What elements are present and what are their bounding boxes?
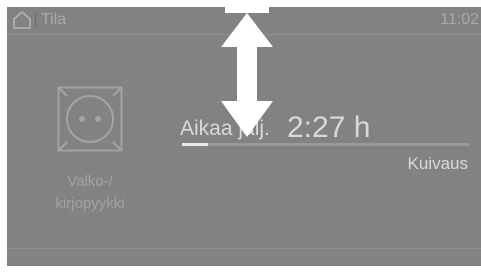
home-icon[interactable] <box>12 10 32 30</box>
footer-separator <box>7 248 481 249</box>
progress-bar-fill <box>182 143 208 146</box>
program-name-line-2: kirjopyykki <box>55 195 125 212</box>
vertical-scroll-arrow-icon[interactable] <box>219 7 275 147</box>
program-name: Valko-/ kirjopyykki <box>22 171 158 215</box>
remaining-time-value: 2:27 h <box>287 111 371 144</box>
page-title: Tila <box>41 11 67 28</box>
clock: 11:02 <box>440 11 479 28</box>
cycle-phase: Kuivaus <box>407 154 468 173</box>
cotton-program-icon <box>57 86 123 152</box>
header-divider <box>35 13 36 27</box>
appliance-display: Tila 11:02 Valko-/ kirjopyykki Aikaa jäl… <box>7 7 481 266</box>
program-name-line-1: Valko-/ <box>67 173 113 190</box>
